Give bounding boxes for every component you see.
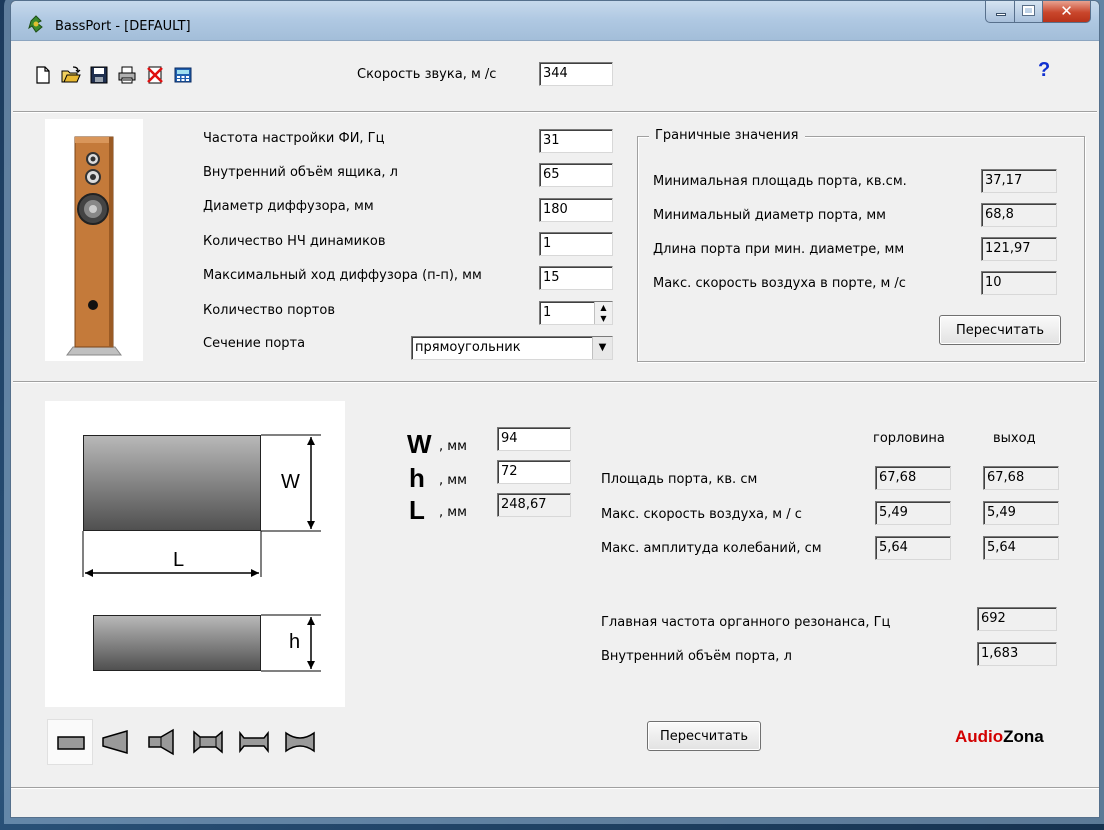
limits-title: Граничные значения	[649, 128, 805, 143]
maximize-icon	[1022, 5, 1035, 16]
port-diagram: W L h	[45, 401, 345, 707]
amplitude-label: Макс. амплитуда колебаний, см	[601, 541, 822, 556]
l-value: 248,67	[497, 493, 571, 517]
flared-port-shape-icon[interactable]	[185, 719, 231, 765]
h-unit: , мм	[439, 473, 467, 488]
middle-divider	[13, 381, 1097, 383]
air-speed-label: Макс. скорость воздуха, м / с	[601, 507, 802, 522]
chevron-down-icon[interactable]: ▼	[592, 337, 612, 359]
throat-header: горловина	[873, 431, 945, 446]
port-length-label: Длина порта при мин. диаметре, мм	[653, 242, 905, 257]
port-volume-value: 1,683	[977, 642, 1057, 666]
ports-spin-buttons[interactable]: ▲ ▼	[594, 302, 612, 324]
h-input[interactable]: 72	[497, 460, 571, 484]
amplitude-exit-value: 5,64	[983, 536, 1059, 560]
area-throat-value: 67,68	[875, 466, 951, 490]
excursion-label: Максимальный ход диффузора (п-п), мм	[203, 268, 482, 283]
tuning-freq-input[interactable]: 31	[539, 129, 613, 153]
spin-down-icon[interactable]: ▼	[595, 313, 612, 324]
title-bar[interactable]: BassPort - [DEFAULT] ✕	[11, 1, 1099, 41]
ports-value: 1	[543, 305, 552, 320]
brand-logo: AudioZona	[955, 727, 1044, 747]
port-volume-label: Внутренний объём порта, л	[601, 649, 792, 664]
double-flare-port-shape-icon[interactable]	[231, 719, 277, 765]
brand-zona: Zona	[1003, 727, 1044, 746]
port-end-view	[93, 615, 261, 671]
organ-res-value: 692	[977, 607, 1057, 631]
section-select[interactable]: прямоугольник ▼	[411, 336, 613, 360]
organ-res-label: Главная частота органного резонанса, Гц	[601, 615, 891, 630]
window-title: BassPort - [DEFAULT]	[55, 19, 191, 34]
results-recalc-button[interactable]: Пересчитать	[647, 721, 761, 751]
min-diameter-label: Минимальный диаметр порта, мм	[653, 208, 886, 223]
diagram-l-label: L	[173, 549, 185, 571]
top-divider	[13, 111, 1097, 113]
section-label: Сечение порта	[203, 336, 306, 351]
exit-header: выход	[993, 431, 1036, 446]
volume-input[interactable]: 65	[539, 163, 613, 187]
rect-port-shape-icon[interactable]	[47, 719, 93, 765]
hourglass-port-shape-icon[interactable]	[277, 719, 323, 765]
sound-speed-input[interactable]: 344	[539, 62, 613, 86]
close-icon: ✕	[1060, 2, 1073, 20]
l-big-letter: L	[409, 495, 425, 525]
minimize-icon	[996, 13, 1006, 16]
section-value: прямоугольник	[415, 340, 521, 355]
amplitude-throat-value: 5,64	[875, 536, 951, 560]
min-diameter-value: 68,8	[981, 203, 1057, 227]
open-folder-icon[interactable]	[61, 65, 81, 85]
ports-spinner[interactable]: 1 ▲ ▼	[539, 301, 613, 325]
cone-port-shape-icon[interactable]	[93, 719, 139, 765]
status-bar	[11, 787, 1099, 811]
new-file-icon[interactable]	[33, 65, 53, 85]
close-button[interactable]: ✕	[1043, 1, 1091, 23]
horn-port-shape-icon[interactable]	[139, 719, 185, 765]
cone-diameter-label: Диаметр диффузора, мм	[203, 199, 374, 214]
w-unit: , мм	[439, 439, 467, 454]
area-exit-value: 67,68	[983, 466, 1059, 490]
tuning-freq-label: Частота настройки ФИ, Гц	[203, 131, 385, 146]
app-window: BassPort - [DEFAULT] ✕ Скорость звука, м…	[10, 0, 1100, 818]
min-area-value: 37,17	[981, 169, 1057, 193]
h-big-letter: h	[409, 463, 425, 493]
area-label: Площадь порта, кв. см	[601, 472, 758, 487]
diagram-h-label: h	[289, 631, 301, 653]
max-air-speed-value: 10	[981, 271, 1057, 295]
excursion-input[interactable]: 15	[539, 266, 613, 290]
min-area-label: Минимальная площадь порта, кв.см.	[653, 174, 907, 189]
ports-label: Количество портов	[203, 303, 335, 318]
sound-speed-label: Скорость звука, м /с	[357, 67, 497, 82]
w-input[interactable]: 94	[497, 427, 571, 451]
diagram-w-label: W	[281, 471, 300, 493]
woofers-input[interactable]: 1	[539, 232, 613, 256]
l-unit: , мм	[439, 505, 467, 520]
volume-label: Внутренний объём ящика, л	[203, 165, 398, 180]
app-icon	[28, 15, 43, 33]
toolbar: Скорость звука, м /с 344 ?	[11, 41, 1099, 111]
w-big-letter: W	[407, 429, 432, 459]
brand-audio: Audio	[955, 727, 1004, 746]
port-length-value: 121,97	[981, 237, 1057, 261]
spin-up-icon[interactable]: ▲	[595, 302, 612, 313]
save-disk-icon[interactable]	[89, 65, 109, 85]
minimize-button[interactable]	[985, 1, 1015, 23]
air-speed-exit-value: 5,49	[983, 501, 1059, 525]
limits-recalc-button[interactable]: Пересчитать	[939, 315, 1061, 345]
speaker-image	[45, 119, 143, 361]
maximize-button[interactable]	[1015, 1, 1043, 23]
help-button[interactable]: ?	[1038, 59, 1050, 82]
calculator-icon[interactable]	[173, 65, 193, 85]
window-controls: ✕	[985, 1, 1091, 23]
woofers-label: Количество НЧ динамиков	[203, 234, 386, 249]
max-air-speed-label: Макс. скорость воздуха в порте, м /с	[653, 276, 906, 291]
air-speed-throat-value: 5,49	[875, 501, 951, 525]
delete-icon[interactable]	[145, 65, 165, 85]
cone-diameter-input[interactable]: 180	[539, 198, 613, 222]
print-icon[interactable]	[117, 65, 137, 85]
